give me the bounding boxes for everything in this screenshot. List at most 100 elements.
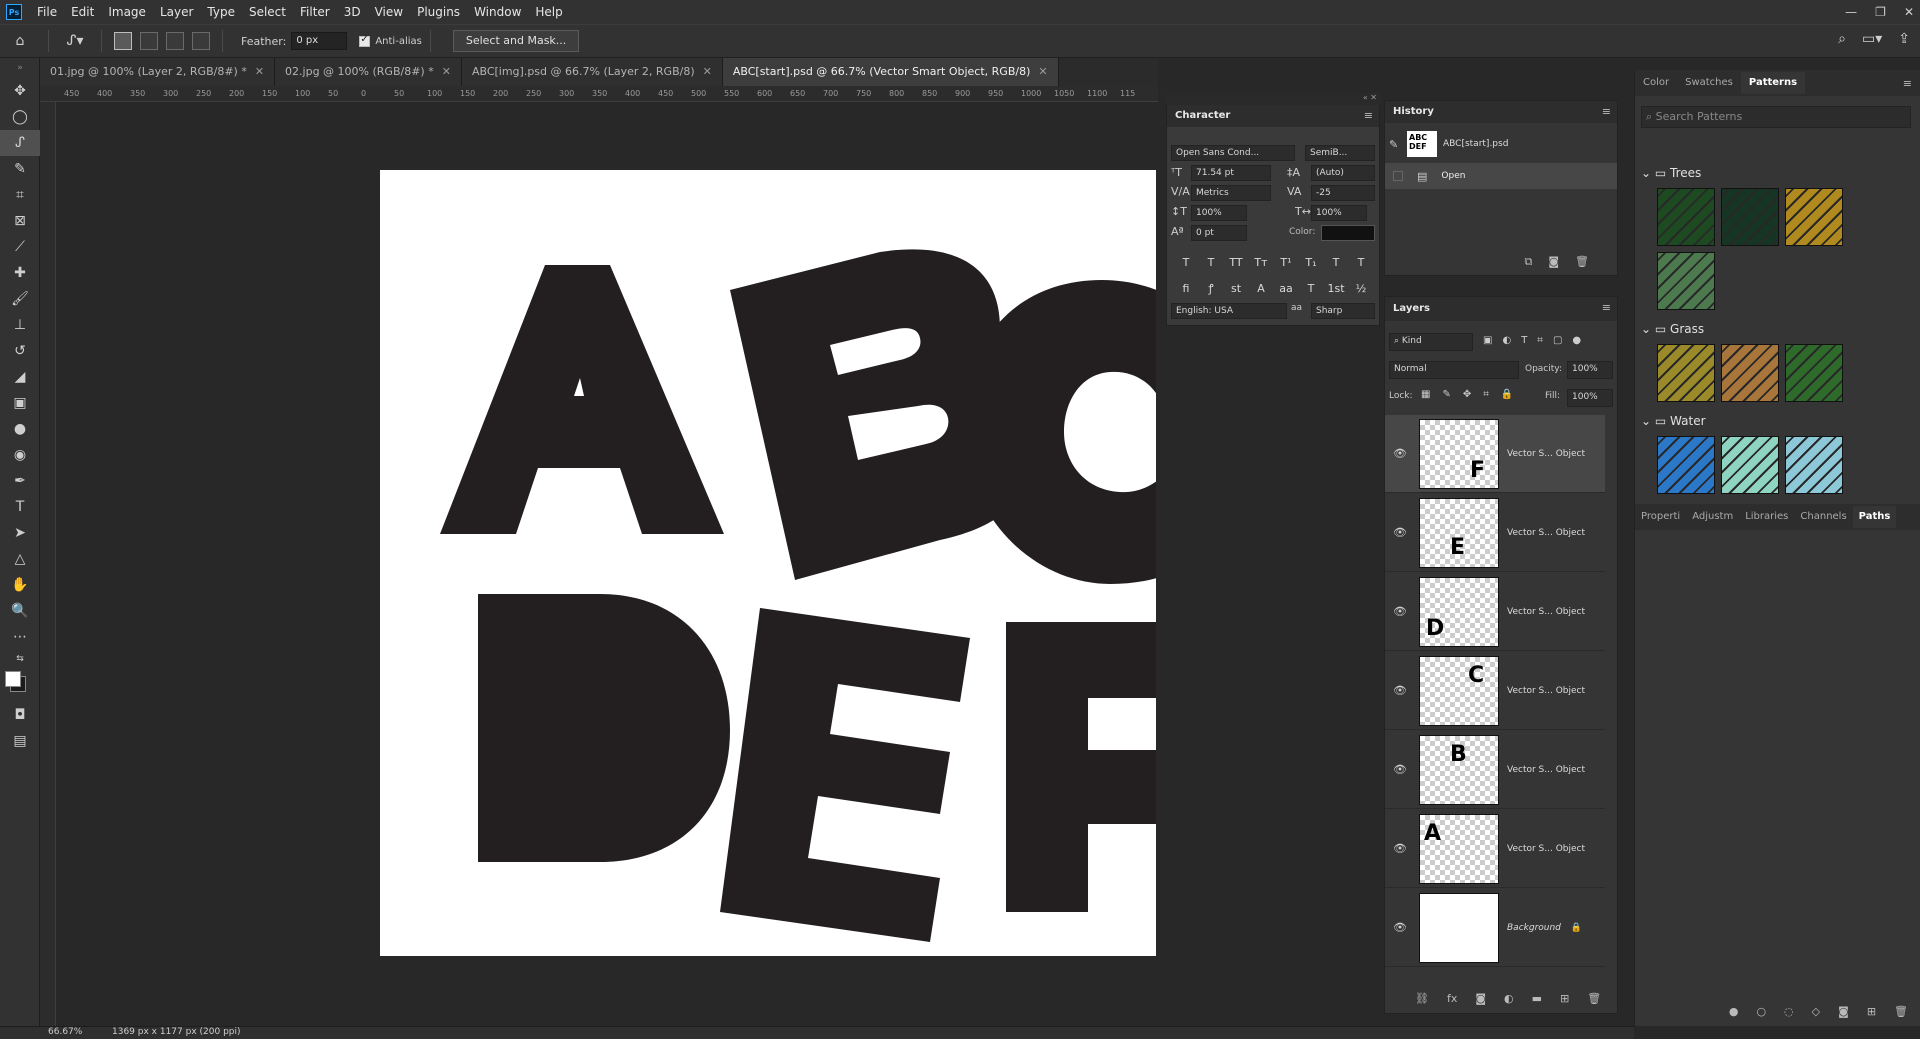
antialias-checkbox[interactable] xyxy=(359,34,371,47)
select-and-mask-button[interactable]: Select and Mask... xyxy=(452,30,580,52)
quick-selection-tool-icon[interactable]: ✎ xyxy=(0,156,40,182)
opentype-button[interactable]: ꝭ xyxy=(1200,277,1222,299)
close-tab-icon[interactable]: ✕ xyxy=(442,65,451,78)
type-style-button[interactable]: T xyxy=(1175,251,1197,273)
visibility-eye-icon[interactable]: 👁 xyxy=(1391,763,1409,776)
chevron-down-icon[interactable]: ⌄ xyxy=(1641,414,1655,428)
frame-tool-icon[interactable]: ⊠ xyxy=(0,208,40,234)
shape-tool-icon[interactable]: △ xyxy=(0,546,40,572)
fx-icon[interactable]: fx xyxy=(1447,992,1457,1005)
blend-mode-select[interactable]: Normal xyxy=(1389,361,1519,379)
font-family-select[interactable]: Open Sans Cond... xyxy=(1171,145,1295,161)
tab-color[interactable]: Color xyxy=(1635,72,1677,94)
opentype-button[interactable]: A xyxy=(1250,277,1272,299)
document-info[interactable]: 1369 px x 1177 px (200 ppi) xyxy=(112,1027,241,1037)
tab-paths[interactable]: Paths xyxy=(1852,506,1897,528)
dodge-tool-icon[interactable]: ◉ xyxy=(0,442,40,468)
trash-icon[interactable]: 🗑 xyxy=(1587,992,1601,1005)
layer-row[interactable]: 👁 D Vector S... Object xyxy=(1385,573,1605,651)
type-style-button[interactable]: T₁ xyxy=(1300,251,1322,273)
menu-window[interactable]: Window xyxy=(467,0,528,24)
add-to-selection-button[interactable] xyxy=(140,32,158,50)
canvas-area[interactable] xyxy=(56,102,1156,1026)
workspace-icon[interactable]: ▭▾ xyxy=(1862,31,1882,47)
opentype-button[interactable]: st xyxy=(1225,277,1247,299)
history-tab[interactable]: History xyxy=(1385,101,1442,123)
subtract-from-selection-button[interactable] xyxy=(166,32,184,50)
healing-brush-tool-icon[interactable]: ✚ xyxy=(0,260,40,286)
load-selection-icon[interactable]: ◌ xyxy=(1784,1005,1794,1018)
home-icon[interactable]: ⌂ xyxy=(0,28,40,54)
clone-stamp-tool-icon[interactable]: ⊥ xyxy=(0,312,40,338)
layer-row[interactable]: 👁 E Vector S... Object xyxy=(1385,494,1605,572)
leading-input[interactable]: (Auto) xyxy=(1311,165,1375,181)
brush-tool-icon[interactable]: 🖌 xyxy=(0,286,40,312)
restore-button[interactable]: ❐ xyxy=(1875,5,1886,19)
panel-menu-icon[interactable]: ≡ xyxy=(1903,77,1912,90)
gradient-tool-icon[interactable]: ▣ xyxy=(0,390,40,416)
new-layer-icon[interactable]: ⊞ xyxy=(1560,992,1569,1005)
type-style-button[interactable]: T xyxy=(1325,251,1347,273)
history-brush-tool-icon[interactable]: ↺ xyxy=(0,338,40,364)
foreground-color-swatch[interactable] xyxy=(5,671,21,687)
menu-edit[interactable]: Edit xyxy=(64,0,101,24)
horizontal-scale-input[interactable]: 100% xyxy=(1311,205,1367,221)
marquee-tool-icon[interactable]: ◯ xyxy=(0,104,40,130)
lock-image-icon[interactable]: ✎ xyxy=(1442,389,1450,400)
layer-row[interactable]: 👁 C Vector S... Object xyxy=(1385,652,1605,730)
panel-menu-icon[interactable]: ≡ xyxy=(1364,109,1373,122)
layers-tab[interactable]: Layers xyxy=(1385,298,1438,320)
history-brush-source-icon[interactable]: ✎ xyxy=(1389,138,1407,151)
trash-icon[interactable]: 🗑 xyxy=(1894,1005,1908,1018)
type-filter-icon[interactable]: T xyxy=(1521,335,1527,346)
filter-toggle-icon[interactable]: ● xyxy=(1572,335,1581,346)
shape-filter-icon[interactable]: ⌗ xyxy=(1537,335,1543,346)
menu-image[interactable]: Image xyxy=(101,0,153,24)
type-style-button[interactable]: Tт xyxy=(1250,251,1272,273)
lock-all-icon[interactable]: 🔒 xyxy=(1501,389,1513,400)
panel-menu-icon[interactable]: ≡ xyxy=(1602,301,1611,314)
kerning-select[interactable]: Metrics xyxy=(1191,185,1271,201)
visibility-eye-icon[interactable]: 👁 xyxy=(1391,684,1409,697)
type-tool-icon[interactable]: T xyxy=(0,494,40,520)
antialias-select[interactable]: Sharp xyxy=(1311,303,1375,319)
hand-tool-icon[interactable]: ✋ xyxy=(0,572,40,598)
close-tab-icon[interactable]: ✕ xyxy=(255,65,264,78)
font-size-input[interactable]: 71.54 pt xyxy=(1191,165,1271,181)
pattern-swatch[interactable] xyxy=(1785,436,1843,494)
type-style-button[interactable]: T xyxy=(1350,251,1372,273)
quick-mask-icon[interactable]: ◘ xyxy=(0,702,40,728)
document-canvas[interactable] xyxy=(380,170,1156,956)
tab-adjustm[interactable]: Adjustm xyxy=(1686,506,1739,528)
layer-row[interactable]: 👁 Background 🔒 xyxy=(1385,889,1605,967)
zoom-tool-icon[interactable]: 🔍 xyxy=(0,598,40,624)
adjustment-filter-icon[interactable]: ◐ xyxy=(1502,335,1511,346)
trash-icon[interactable]: 🗑 xyxy=(1575,255,1589,269)
tab-channels[interactable]: Channels xyxy=(1794,506,1852,528)
menu-select[interactable]: Select xyxy=(242,0,293,24)
more-tools-icon[interactable]: ⋯ xyxy=(0,624,40,650)
search-icon[interactable]: ⌕ xyxy=(1838,31,1846,47)
link-layers-icon[interactable]: ⛓ xyxy=(1415,992,1429,1005)
close-button[interactable]: ✕ xyxy=(1904,5,1914,19)
opentype-button[interactable]: aa xyxy=(1275,277,1297,299)
adjustment-layer-icon[interactable]: ◐ xyxy=(1504,992,1514,1005)
opentype-button[interactable]: T xyxy=(1300,277,1322,299)
zoom-level[interactable]: 66.67% xyxy=(48,1027,82,1037)
chevron-down-icon[interactable]: ⌄ xyxy=(1641,322,1655,336)
make-path-icon[interactable]: ◇ xyxy=(1812,1005,1820,1018)
font-style-select[interactable]: SemiB... xyxy=(1305,145,1375,161)
pattern-swatch[interactable] xyxy=(1657,252,1715,310)
menu-view[interactable]: View xyxy=(368,0,410,24)
stroke-path-icon[interactable]: ○ xyxy=(1756,1005,1766,1018)
document-tab[interactable]: ABC[img].psd @ 66.7% (Layer 2, RGB/8) ✕ xyxy=(461,58,723,86)
pattern-swatch[interactable] xyxy=(1785,344,1843,402)
pattern-group-trees[interactable]: ⌄ ▭ Trees xyxy=(1641,166,1701,180)
new-document-from-state-icon[interactable]: ⧉ xyxy=(1524,255,1532,269)
lasso-tool-icon[interactable]: ᔑ xyxy=(0,130,40,156)
smart-object-filter-icon[interactable]: ▢ xyxy=(1553,335,1562,346)
document-tab[interactable]: 02.jpg @ 100% (RGB/8#) * ✕ xyxy=(275,58,462,86)
history-snapshot[interactable]: ✎ ABC DEF ABC[start].psd xyxy=(1385,131,1617,157)
language-select[interactable]: English: USA xyxy=(1171,303,1287,319)
snapshot-camera-icon[interactable]: ◙ xyxy=(1548,255,1559,269)
